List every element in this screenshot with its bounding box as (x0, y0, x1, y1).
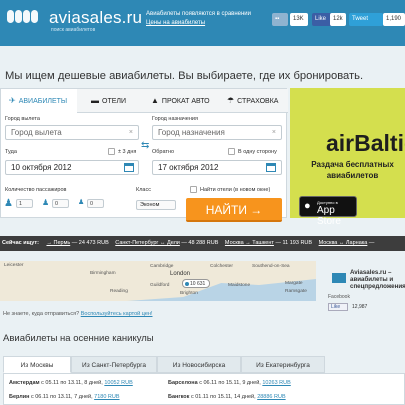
tab-hotels[interactable]: ▬ Отели (91, 89, 145, 113)
tab-car-rental[interactable]: ▲ Прокат авто (151, 89, 223, 113)
aviasales-logo-icon[interactable] (332, 273, 346, 283)
plane-icon: ✈ (9, 96, 16, 105)
vacations-tabs: Из Москвы Из Санкт-Петербурга Из Новосиб… (3, 356, 405, 373)
now-searching-ticker: Сейчас ищут: → Пермь — 24 473 RUB Санкт-… (0, 236, 405, 251)
map-label: Reading (110, 289, 128, 294)
map-label: Margate (285, 281, 303, 286)
map-label: Brighton (180, 291, 198, 296)
vacations-list: Амстердам с 05.11 по 13.11, 8 дней, 1005… (3, 373, 405, 405)
page-headline: Мы ищем дешевые авиабилеты. Вы выбираете… (5, 70, 364, 82)
fb-count: 12k (330, 13, 346, 26)
depart-date-input[interactable]: 10 октября 2012 (5, 160, 139, 175)
ad-text: Раздача бесплатных авиабилетов (311, 160, 394, 180)
passengers-label: Количество пассажиров (5, 187, 67, 193)
tab-flights[interactable]: ✈ Авиабилеты (1, 89, 77, 113)
search-button[interactable]: НАЙТИ → (186, 198, 282, 222)
child-icon: ♟ (42, 198, 50, 207)
map-note: Не знаете, куда отправиться? Воспользуйт… (3, 311, 153, 317)
origin-input[interactable]: Город вылета × (5, 125, 139, 140)
vk-count: 13K (290, 13, 308, 26)
header-tagline: Авиабилеты появляются в сравнении Цены н… (146, 10, 251, 28)
adults-select[interactable]: 1 (16, 199, 33, 208)
oneway-label: В одну сторону (238, 149, 277, 155)
bed-icon: ▬ (91, 96, 99, 105)
ticker-item: → Пермь — 24 473 RUB (46, 240, 109, 246)
calendar-icon[interactable] (124, 163, 134, 172)
tab-from-spb[interactable]: Из Санкт-Петербурга (71, 356, 157, 373)
fb-page-like-count: 12,987 (352, 304, 368, 310)
car-icon: ▲ (151, 96, 159, 105)
search-tabs: ✈ Авиабилеты ▬ Отели ▲ Прокат авто ☂ Страхов… (1, 89, 288, 113)
adult-icon: ♟ (4, 198, 13, 209)
tab-from-ekaterinburg[interactable]: Из Екатеринбурга (241, 356, 325, 373)
tab-from-novosibirsk[interactable]: Из Новосибирска (157, 356, 241, 373)
depart-label: Туда (5, 149, 17, 155)
list-item: Барселона с 06.11 по 15.11, 9 дней, 1026… (168, 380, 291, 386)
map-label: Maidstone (228, 283, 251, 288)
list-item: Берлин с 06.11 по 13.11, 7 дней, 7180 RU… (9, 394, 120, 400)
hotels-checkbox[interactable] (190, 186, 197, 193)
dest-input[interactable]: Город назначения × (152, 125, 282, 140)
tweet-button[interactable]: Tweet (349, 13, 383, 26)
map-label: Cambridge (150, 264, 174, 269)
hotels-label: Найти отели (в новом окне) (200, 187, 271, 193)
airbaltic-banner[interactable]: airBaltic Раздача бесплатных авиабилетов… (290, 88, 405, 227)
ticker-label: Сейчас ищут: (2, 240, 39, 246)
apple-icon: ● (304, 200, 311, 212)
infant-icon: ♟ (78, 199, 85, 206)
ticker-item: Санкт-Петербург ↔ Дели — 48 288 RUB (115, 240, 219, 246)
infants-select[interactable]: 0 (87, 199, 104, 208)
ticker-item: Москва → Ташкент — 11 193 RUB (224, 240, 313, 246)
tab-insurance[interactable]: ☂ Страховка (227, 89, 289, 113)
clear-icon[interactable]: × (272, 126, 276, 139)
oneway-checkbox[interactable] (228, 148, 235, 155)
map-label: Colchester (210, 264, 233, 269)
class-label: Класс (136, 187, 151, 193)
children-select[interactable]: 0 (52, 199, 69, 208)
tab-from-moscow[interactable]: Из Москвы (3, 356, 71, 373)
logo-mark-icon[interactable] (7, 10, 45, 26)
price-map[interactable]: Leicester Birmingham Cambridge London Co… (0, 261, 316, 301)
vk-share-button[interactable]: ▪▪ (272, 13, 288, 26)
map-link[interactable]: Воспользуйтесь картой цен! (81, 311, 153, 317)
map-label: Guildford (150, 283, 170, 288)
map-label: Leicester (4, 263, 24, 268)
fb-page-like-button[interactable]: Like (328, 303, 348, 311)
flex-dates-checkbox[interactable] (108, 148, 115, 155)
map-label: Ramsgate (285, 289, 307, 294)
clear-icon[interactable]: × (129, 126, 133, 139)
umbrella-icon: ☂ (227, 96, 235, 105)
map-label: London (170, 271, 191, 277)
map-label: Southend-on-Sea (252, 264, 290, 269)
return-date-input[interactable]: 17 октября 2012 (152, 160, 282, 175)
map-price-pin[interactable]: 10 631 (182, 279, 211, 288)
fb-page-title[interactable]: Aviasales.ru – авиабилеты и спецпредложе… (350, 269, 405, 290)
ticker-item: Москва ↔ Ларнака — (318, 240, 375, 246)
list-item: Бангкок с 01.11 по 15.11, 14 дней, 28886… (168, 394, 286, 400)
tagline-text: Авиабилеты появляются в сравнении (146, 11, 252, 17)
flex-dates-label: ± 3 дня (118, 149, 137, 155)
tweet-count: 1,190 (383, 13, 405, 26)
app-store-button[interactable]: ● Доступно в App Store (299, 196, 357, 227)
airbaltic-logo: airBaltic (326, 130, 405, 156)
origin-label: Город вылета (5, 116, 40, 122)
vacations-title: Авиабилеты на осенние каникулы (3, 333, 154, 344)
logo-subtitle: поиск авиабилетов (51, 27, 96, 33)
facebook-widget: Aviasales.ru – авиабилеты и спецпредложе… (328, 269, 405, 311)
class-select[interactable]: Эконом (136, 200, 176, 210)
logo[interactable]: aviasales.ru (49, 8, 142, 28)
tagline-link[interactable]: Цены на авиабилеты (146, 19, 251, 28)
header: aviasales.ru поиск авиабилетов Авиабилет… (0, 0, 405, 46)
swap-icon[interactable]: ⇆ (141, 140, 149, 151)
list-item: Амстердам с 05.11 по 13.11, 8 дней, 1005… (9, 380, 133, 386)
fb-sub: Facebook (328, 294, 350, 300)
return-label: Обратно (152, 149, 175, 155)
calendar-icon[interactable] (266, 163, 276, 172)
map-label: Birmingham (90, 271, 116, 276)
dest-label: Город назначения (152, 116, 198, 122)
